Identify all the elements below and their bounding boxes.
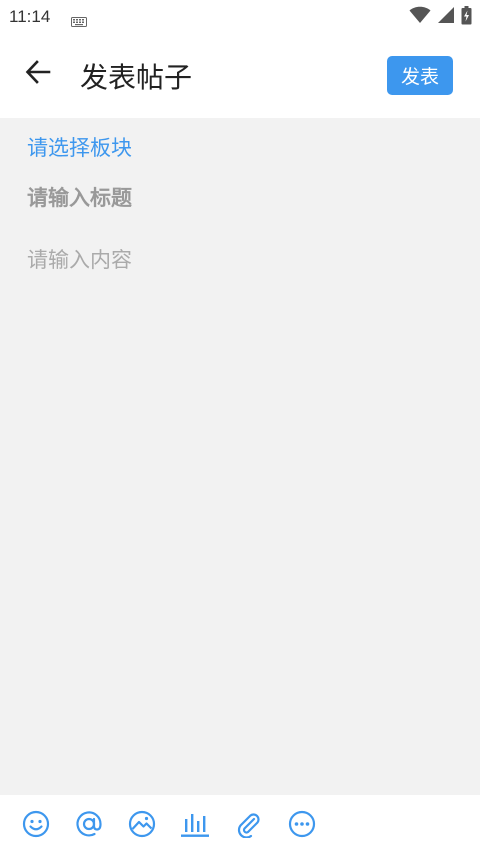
back-button[interactable] <box>16 52 60 96</box>
board-select[interactable]: 请选择板块 <box>27 132 132 162</box>
poll-icon[interactable] <box>180 809 210 839</box>
page-title: 发表帖子 <box>80 61 193 94</box>
keyboard-icon <box>71 12 87 31</box>
title-input[interactable] <box>27 180 453 216</box>
content-input[interactable] <box>27 244 453 764</box>
attachment-icon[interactable] <box>233 809 263 839</box>
bottom-toolbar <box>0 795 480 853</box>
cellular-signal-icon <box>437 6 455 28</box>
status-icons <box>409 5 472 29</box>
emoji-icon[interactable] <box>21 809 51 839</box>
image-icon[interactable] <box>127 809 157 839</box>
mention-icon[interactable] <box>74 809 104 839</box>
editor-area: 请选择板块 <box>0 118 480 795</box>
more-icon[interactable] <box>287 809 317 839</box>
status-time: 11:14 <box>9 7 51 26</box>
battery-icon <box>461 5 472 29</box>
post-editor-screen: 11:14 发表帖子 发表 请选择板块 请输入标题 请输入内容 <box>0 0 480 853</box>
arrow-left-icon <box>25 59 51 89</box>
publish-button[interactable]: 发表 <box>387 56 453 95</box>
status-bar: 11:14 <box>0 0 480 34</box>
wifi-icon <box>409 6 431 28</box>
app-toolbar: 发表帖子 发表 <box>0 34 480 118</box>
